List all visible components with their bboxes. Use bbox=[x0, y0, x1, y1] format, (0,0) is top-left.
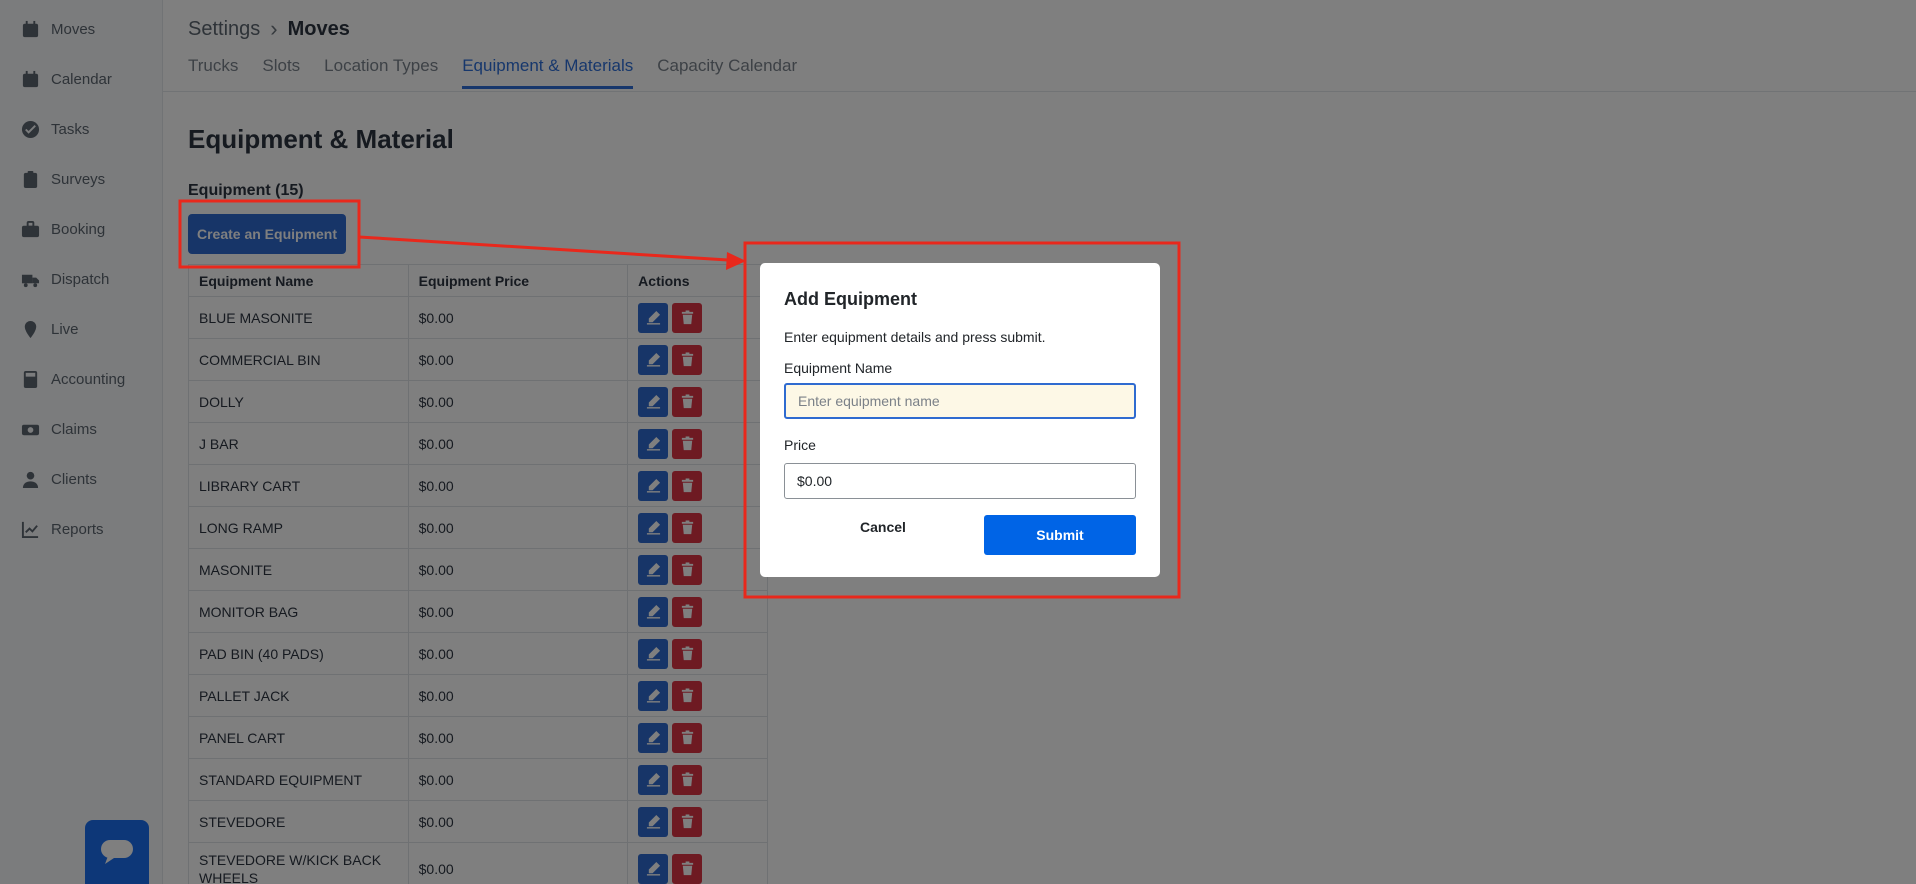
modal-description: Enter equipment details and press submit… bbox=[784, 329, 1046, 345]
price-label: Price bbox=[784, 437, 816, 453]
submit-button[interactable]: Submit bbox=[984, 515, 1136, 555]
add-equipment-modal: Add Equipment Enter equipment details an… bbox=[760, 263, 1160, 577]
equipment-name-label: Equipment Name bbox=[784, 360, 893, 376]
modal-title: Add Equipment bbox=[784, 289, 917, 309]
cancel-button[interactable]: Cancel bbox=[860, 519, 906, 535]
price-input[interactable] bbox=[784, 463, 1136, 499]
equipment-name-input[interactable] bbox=[784, 383, 1136, 419]
